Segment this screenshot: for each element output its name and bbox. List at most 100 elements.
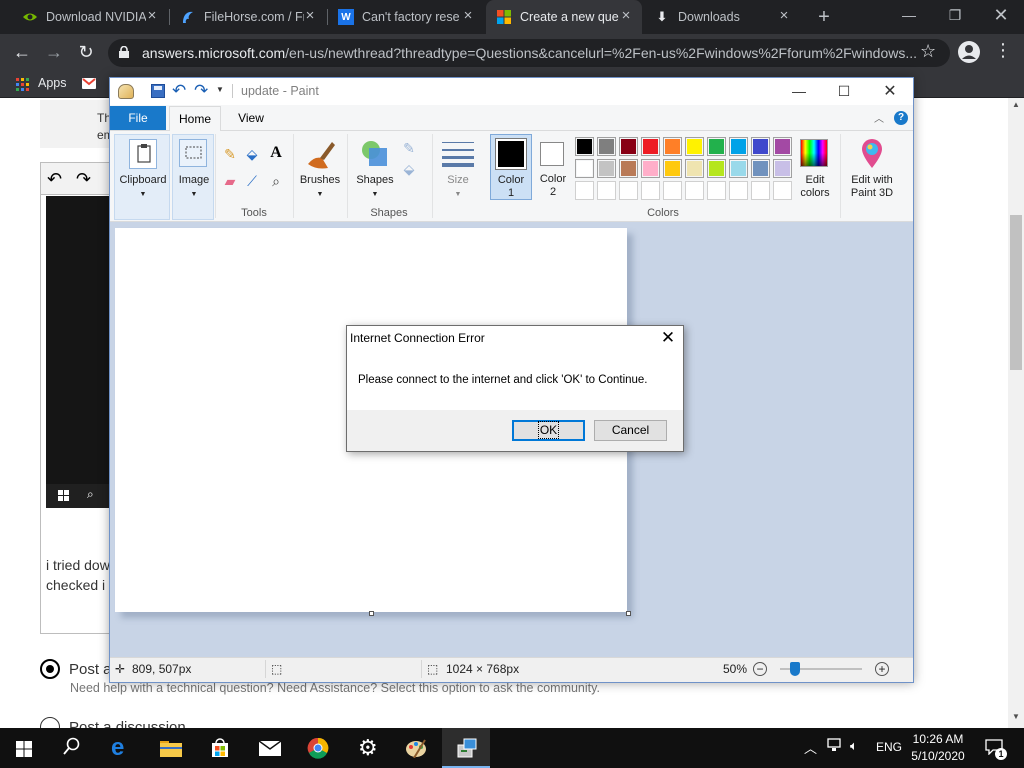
taskbar-clock[interactable]: 10:26 AM 5/10/2020 [906, 731, 970, 765]
taskbar-chrome[interactable] [294, 728, 342, 768]
fill-shape-icon[interactable]: ⬙ [400, 160, 418, 178]
magnifier-icon[interactable]: ⌕ [267, 172, 285, 190]
language-indicator[interactable]: ENG [876, 740, 902, 754]
bookmark-star-icon[interactable]: ☆ [920, 41, 936, 62]
show-hidden-icons-icon[interactable]: ︿ [804, 738, 817, 757]
profile-avatar[interactable] [958, 41, 980, 63]
edit-with-paint3d-button[interactable]: Edit with Paint 3D [844, 134, 900, 204]
taskbar-file-explorer[interactable] [146, 728, 194, 768]
palette-swatch-empty[interactable] [773, 181, 792, 200]
palette-swatch-empty[interactable] [641, 181, 660, 200]
palette-swatch[interactable] [575, 137, 594, 156]
browser-minimize-button[interactable]: — [886, 0, 932, 34]
save-icon[interactable] [151, 84, 165, 98]
taskbar-settings[interactable]: ⚙ [344, 728, 392, 768]
palette-swatch-empty[interactable] [597, 181, 616, 200]
browser-tab-create-question[interactable]: Create a new que × [486, 0, 642, 34]
page-scrollbar[interactable] [1008, 98, 1024, 728]
volume-icon[interactable]: 🔈︎ [850, 738, 858, 754]
color1-button[interactable]: Color 1 [490, 134, 532, 200]
palette-swatch[interactable] [663, 159, 682, 178]
scroll-up-icon[interactable]: ▲ [1008, 100, 1024, 109]
post-question-radio[interactable] [40, 659, 60, 679]
palette-swatch[interactable] [641, 159, 660, 178]
palette-swatch-empty[interactable] [663, 181, 682, 200]
close-tab-icon[interactable]: × [618, 8, 634, 24]
zoom-out-button[interactable]: − [753, 662, 767, 676]
palette-swatch-empty[interactable] [729, 181, 748, 200]
palette-swatch[interactable] [619, 137, 638, 156]
paint-maximize-button[interactable]: ☐ [821, 78, 867, 105]
minimize-ribbon-icon[interactable]: ︿ [874, 110, 884, 125]
help-icon[interactable]: ? [894, 111, 908, 125]
shapes-button[interactable]: Shapes ▼ [351, 134, 399, 204]
undo-icon[interactable]: ↶ [172, 81, 186, 101]
cancel-button[interactable]: Cancel [594, 420, 667, 441]
editor-undo-icon[interactable]: ↶ [47, 169, 62, 190]
network-icon[interactable] [826, 738, 842, 755]
browser-tab-filehorse[interactable]: FileHorse.com / Fr × [170, 0, 326, 34]
resize-handle-corner[interactable] [626, 611, 631, 616]
image-button[interactable]: Image ▼ [172, 134, 214, 220]
palette-swatch[interactable] [685, 137, 704, 156]
palette-swatch[interactable] [773, 159, 792, 178]
palette-swatch[interactable] [773, 137, 792, 156]
palette-swatch-empty[interactable] [751, 181, 770, 200]
palette-swatch[interactable] [641, 137, 660, 156]
close-tab-icon[interactable]: × [302, 8, 318, 24]
palette-swatch[interactable] [729, 159, 748, 178]
taskbar-search-button[interactable] [48, 728, 96, 768]
close-tab-icon[interactable]: × [460, 8, 476, 24]
gmail-icon[interactable] [82, 78, 96, 89]
customize-toolbar-icon[interactable]: ▼ [216, 85, 224, 94]
palette-swatch[interactable] [619, 159, 638, 178]
color2-button[interactable]: Color 2 [534, 134, 572, 200]
palette-swatch-empty[interactable] [619, 181, 638, 200]
taskbar-mail[interactable] [246, 728, 294, 768]
reload-button[interactable]: ↻ [74, 41, 98, 65]
clipboard-button[interactable]: Clipboard ▼ [114, 134, 170, 220]
fill-icon[interactable]: ⬙ [243, 145, 261, 163]
action-center-button[interactable]: 1 [976, 728, 1016, 768]
browser-tab-factory-reset[interactable]: W Can't factory rese × [328, 0, 484, 34]
back-button[interactable]: ← [10, 41, 34, 65]
dialog-close-button[interactable]: ✕ [658, 328, 678, 348]
palette-swatch[interactable] [729, 137, 748, 156]
palette-swatch[interactable] [685, 159, 704, 178]
palette-swatch[interactable] [751, 159, 770, 178]
post-question-label[interactable]: Post a [69, 661, 112, 678]
resize-handle-bottom[interactable] [369, 611, 374, 616]
palette-swatch[interactable] [751, 137, 770, 156]
pencil-icon[interactable]: ✎ [221, 145, 239, 163]
start-button[interactable] [0, 728, 48, 768]
tab-file[interactable]: File [110, 106, 166, 130]
browser-restore-button[interactable]: ❐ [932, 0, 978, 34]
editor-redo-icon[interactable]: ↷ [76, 169, 91, 190]
taskbar-paint[interactable] [392, 728, 440, 768]
zoom-slider-thumb[interactable] [789, 662, 800, 676]
lock-icon[interactable] [119, 45, 129, 58]
edit-colors-button[interactable]: Edit colors [796, 134, 834, 204]
size-button[interactable]: Size ▼ [436, 134, 480, 204]
new-tab-button[interactable]: + [812, 5, 836, 29]
forward-button[interactable]: → [42, 41, 66, 65]
palette-swatch-empty[interactable] [575, 181, 594, 200]
eraser-icon[interactable]: ▰ [221, 172, 239, 190]
apps-grid-icon[interactable] [16, 78, 29, 91]
taskbar-store[interactable] [196, 728, 244, 768]
palette-swatch[interactable] [575, 159, 594, 178]
redo-icon[interactable]: ↷ [194, 81, 208, 101]
text-icon[interactable]: A [267, 144, 285, 162]
browser-tab-nvidia[interactable]: Download NVIDIA × [10, 0, 168, 34]
ok-button[interactable]: OK [512, 420, 585, 441]
brushes-button[interactable]: Brushes ▼ [297, 134, 345, 204]
address-bar[interactable]: answers.microsoft.com/en-us/newthread?th… [108, 39, 950, 67]
browser-close-button[interactable]: ✕ [978, 0, 1024, 34]
close-tab-icon[interactable]: × [144, 8, 160, 24]
scrollbar-thumb[interactable] [1010, 215, 1022, 370]
scroll-down-icon[interactable]: ▼ [1008, 712, 1024, 721]
color-picker-icon[interactable]: ⟋ [243, 172, 261, 190]
paint-minimize-button[interactable]: — [776, 78, 822, 105]
browser-menu-icon[interactable]: ⋮ [994, 40, 1012, 61]
tab-view[interactable]: View [228, 106, 274, 130]
